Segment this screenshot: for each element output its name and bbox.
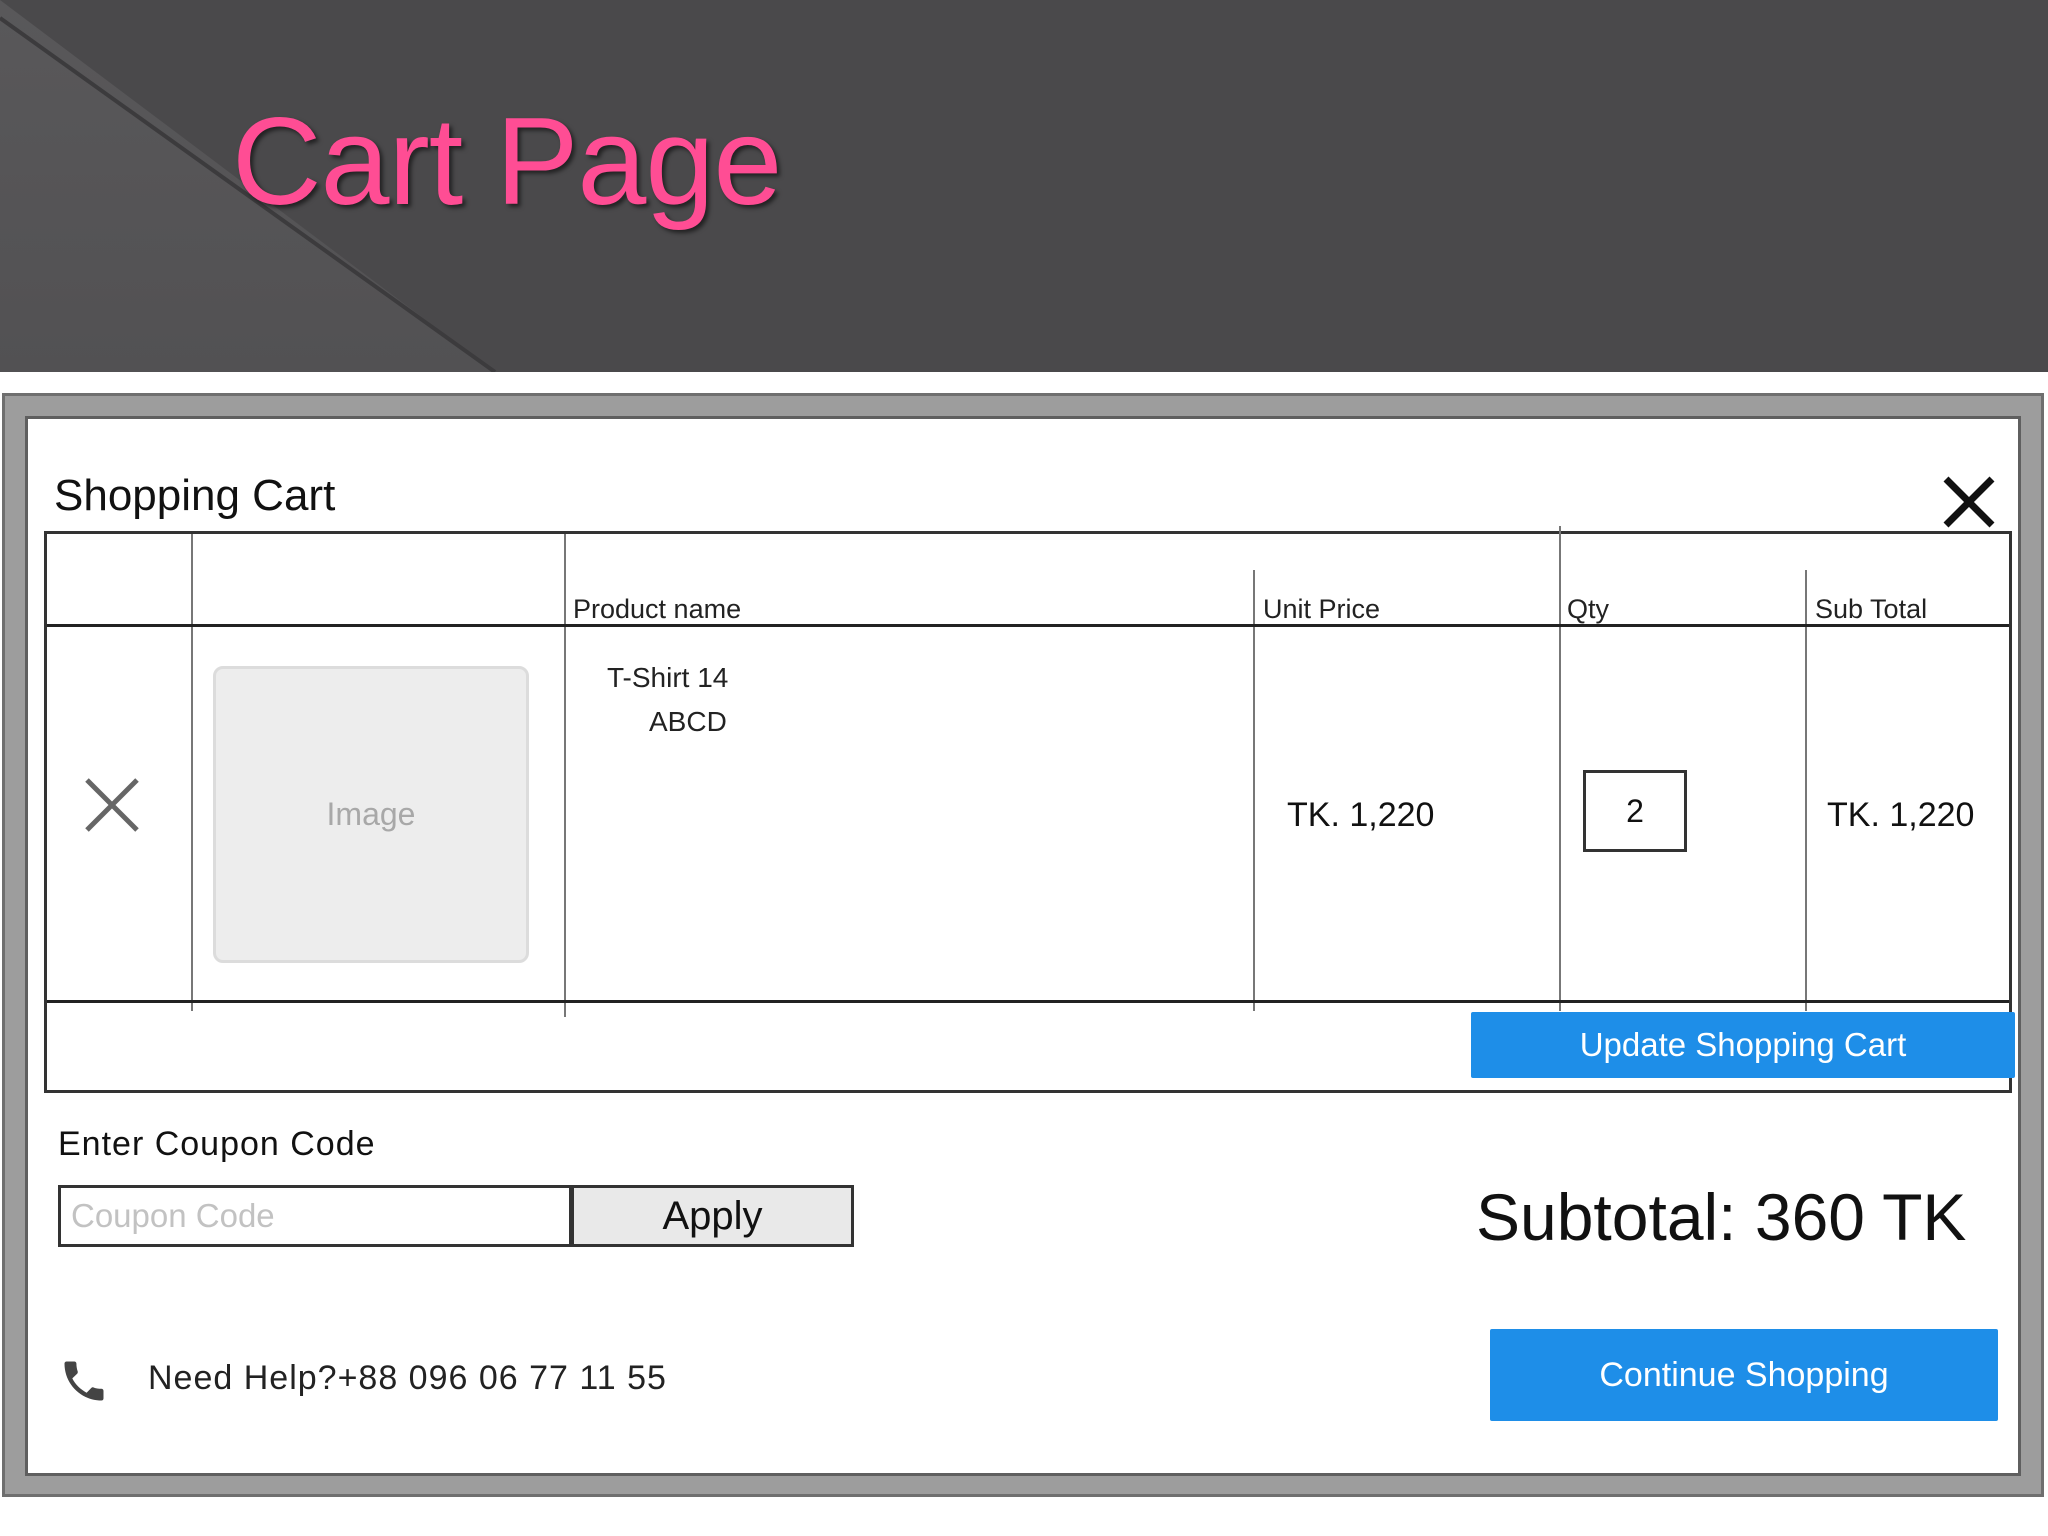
column-header-qty: Qty (1567, 594, 1610, 624)
row-rule (47, 1000, 2009, 1003)
product-name-line1[interactable]: T-Shirt 14 (607, 662, 728, 694)
panel-title: Shopping Cart (54, 471, 336, 520)
product-image: Image (213, 666, 529, 963)
apply-label: Apply (662, 1193, 763, 1238)
mockup-frame: Shopping Cart Product name Unit Price Qt… (2, 393, 2044, 1497)
column-divider (1805, 570, 1807, 1011)
column-divider (564, 534, 566, 1017)
shopping-cart-panel: Shopping Cart Product name Unit Price Qt… (25, 416, 2021, 1476)
column-header-sub-total: Sub Total (1815, 594, 1928, 624)
column-divider (1559, 526, 1561, 1011)
cart-subtotal: Subtotal: 360 TK (1476, 1180, 1967, 1254)
header-rule (47, 624, 2009, 627)
column-divider (191, 534, 193, 1011)
coupon-label: Enter Coupon Code (58, 1125, 376, 1163)
slide-header: Cart Page (0, 0, 2048, 372)
remove-item-icon[interactable] (83, 776, 141, 834)
quantity-input[interactable]: 2 (1583, 770, 1687, 852)
continue-shopping-button[interactable]: Continue Shopping (1490, 1329, 1998, 1421)
update-cart-label: Update Shopping Cart (1579, 1026, 1907, 1063)
update-cart-button[interactable]: Update Shopping Cart (1471, 1012, 2015, 1078)
column-header-product-name: Product name (573, 594, 742, 624)
product-name-line2[interactable]: ABCD (649, 706, 727, 738)
coupon-code-input[interactable] (58, 1185, 572, 1247)
slide-title: Cart Page (232, 93, 782, 231)
phone-icon (64, 1361, 104, 1401)
apply-coupon-button[interactable]: Apply (572, 1185, 854, 1247)
sub-total-value: TK. 1,220 (1827, 796, 1975, 834)
close-icon[interactable] (1938, 471, 2000, 533)
column-header-unit-price: Unit Price (1263, 594, 1381, 624)
quantity-value: 2 (1626, 792, 1644, 829)
continue-shopping-label: Continue Shopping (1599, 1355, 1889, 1394)
image-placeholder-label: Image (326, 796, 416, 832)
help-phone-text: Need Help?+88 096 06 77 11 55 (148, 1359, 667, 1397)
cart-table: Product name Unit Price Qty Sub Total Im… (44, 526, 2015, 1093)
column-divider (1253, 570, 1255, 1011)
unit-price-value: TK. 1,220 (1287, 796, 1435, 834)
